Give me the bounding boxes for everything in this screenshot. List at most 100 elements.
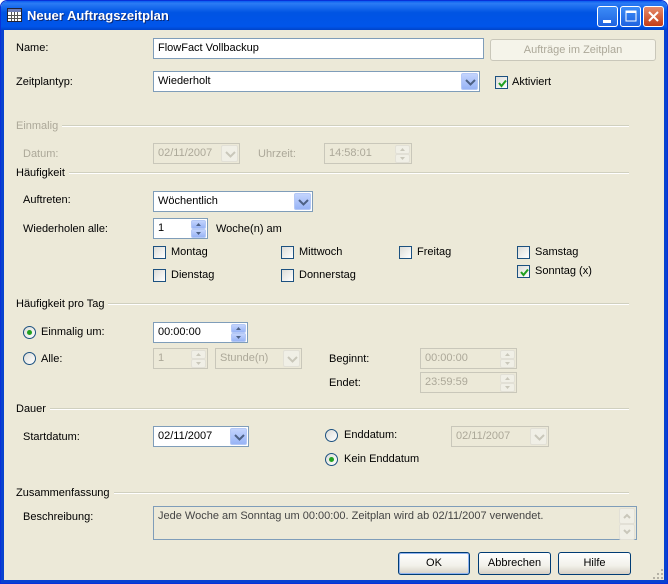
ok-button[interactable]: OK: [398, 552, 470, 575]
day-wednesday-checkbox[interactable]: [281, 246, 294, 259]
day-wednesday-label: Mittwoch: [299, 246, 343, 258]
chevron-up-icon: [196, 353, 201, 356]
chevron-down-icon: [400, 157, 405, 160]
daily-every-unit-dropdown-button[interactable]: [283, 350, 300, 367]
maximize-button[interactable]: [620, 6, 641, 27]
minimize-icon: [603, 20, 611, 23]
jobs-in-schedule-button[interactable]: Aufträge im Zeitplan: [490, 39, 656, 61]
daily-once-time-input[interactable]: 00:00:00: [153, 322, 248, 343]
end-date-radio[interactable]: [325, 429, 338, 442]
title-bar[interactable]: Neuer Auftragszeitplan: [1, 1, 667, 30]
spin-up-button[interactable]: [500, 374, 515, 383]
once-group-title: Einmalig: [16, 120, 63, 133]
occurs-dropdown-button[interactable]: [294, 193, 311, 210]
spin-down-button[interactable]: [191, 359, 206, 368]
checkmark-icon: [520, 268, 529, 277]
day-friday-checkbox[interactable]: [399, 246, 412, 259]
spin-up-button[interactable]: [500, 350, 515, 359]
once-date-dropdown-button[interactable]: [221, 145, 238, 162]
day-saturday-checkbox[interactable]: [517, 246, 530, 259]
calendar-grid-icon: [7, 8, 22, 22]
help-button[interactable]: Hilfe: [558, 552, 631, 575]
occurs-select[interactable]: Wöchentlich: [153, 191, 313, 212]
start-date-value: 02/11/2007: [158, 430, 213, 442]
chevron-down-icon: [196, 232, 201, 235]
window-border-bottom: [1, 580, 667, 583]
spin-down-button[interactable]: [231, 333, 246, 342]
once-time-value: 14:58:01: [329, 147, 372, 159]
repeat-value: 1: [158, 222, 165, 234]
spin-down-button[interactable]: [395, 154, 410, 163]
chevron-up-icon: [236, 327, 241, 330]
daily-every-value: 1: [158, 352, 165, 364]
scroll-down-button[interactable]: [619, 524, 635, 540]
end-date-dropdown-button[interactable]: [530, 428, 547, 445]
day-monday-label: Montag: [171, 246, 208, 258]
day-sunday-label: Sonntag (x): [535, 265, 592, 277]
start-date-picker[interactable]: 02/11/2007: [153, 426, 249, 447]
schedule-type-dropdown-button[interactable]: [461, 73, 478, 90]
daily-group-title: Häufigkeit pro Tag: [16, 298, 109, 311]
day-thursday-checkbox[interactable]: [281, 269, 294, 282]
radio-selected-dot: [329, 457, 334, 462]
name-label: Name:: [16, 42, 49, 54]
description-label: Beschreibung:: [23, 511, 94, 523]
checkmark-icon: [498, 79, 507, 88]
day-tuesday-label: Dienstag: [171, 269, 215, 281]
no-end-date-label: Kein Enddatum: [344, 453, 420, 465]
spin-down-button[interactable]: [191, 229, 206, 238]
day-tuesday-checkbox[interactable]: [153, 269, 166, 282]
daily-every-label: Alle:: [41, 353, 63, 365]
frequency-group-title: Häufigkeit: [16, 167, 69, 180]
end-date-value: 02/11/2007: [456, 430, 511, 442]
daily-once-label: Einmalig um:: [41, 326, 105, 338]
daily-start-input[interactable]: 00:00:00: [420, 348, 517, 369]
description-scrollbar[interactable]: [619, 508, 635, 540]
repeat-unit-label: Woche(n) am: [216, 223, 282, 235]
chevron-up-icon: [196, 223, 201, 226]
daily-once-radio[interactable]: [23, 326, 36, 339]
spin-up-button[interactable]: [231, 324, 246, 333]
daily-end-input[interactable]: 23:59:59: [420, 372, 517, 393]
chevron-down-icon: [236, 336, 241, 339]
once-date-picker[interactable]: 02/11/2007: [153, 143, 240, 164]
minimize-button[interactable]: [597, 6, 618, 27]
spin-up-button[interactable]: [191, 350, 206, 359]
cancel-button[interactable]: Abbrechen: [478, 552, 551, 575]
daily-every-radio[interactable]: [23, 352, 36, 365]
end-date-label: Enddatum:: [344, 429, 398, 441]
spin-up-button[interactable]: [395, 145, 410, 154]
spin-up-button[interactable]: [191, 220, 206, 229]
once-date-value: 02/11/2007: [158, 147, 213, 159]
description-box[interactable]: Jede Woche am Sonntag um 00:00:00. Zeitp…: [153, 506, 637, 540]
spin-down-button[interactable]: [500, 359, 515, 368]
start-date-dropdown-button[interactable]: [230, 428, 247, 445]
window-title: Neuer Auftragszeitplan: [27, 8, 169, 23]
spin-down-button[interactable]: [500, 383, 515, 392]
enabled-checkbox[interactable]: [495, 76, 508, 89]
no-end-date-radio[interactable]: [325, 453, 338, 466]
day-sunday-checkbox[interactable]: [517, 265, 530, 278]
summary-group-title: Zusammenfassung: [16, 487, 114, 500]
duration-group-title: Dauer: [16, 403, 50, 416]
end-date-picker[interactable]: 02/11/2007: [451, 426, 549, 447]
frequency-group-divider: [19, 172, 629, 174]
name-input[interactable]: FlowFact Vollbackup: [153, 38, 484, 59]
once-time-input[interactable]: 14:58:01: [324, 143, 412, 164]
chevron-up-icon: [505, 377, 510, 380]
window-border-right: [664, 30, 667, 583]
daily-every-input[interactable]: 1: [153, 348, 208, 369]
schedule-type-select[interactable]: Wiederholt: [153, 71, 480, 92]
scroll-up-button[interactable]: [619, 508, 635, 524]
day-saturday-label: Samstag: [535, 246, 579, 258]
resize-grip-icon[interactable]: [651, 567, 665, 581]
repeat-input[interactable]: 1: [153, 218, 208, 239]
chevron-down-icon: [196, 362, 201, 365]
occurs-value: Wöchentlich: [158, 195, 218, 207]
close-button[interactable]: [643, 6, 664, 27]
day-monday-checkbox[interactable]: [153, 246, 166, 259]
chevron-up-icon: [505, 353, 510, 356]
daily-every-unit-select[interactable]: Stunde(n): [215, 348, 302, 369]
chevron-down-icon: [465, 79, 476, 86]
once-date-label: Datum:: [23, 148, 59, 160]
